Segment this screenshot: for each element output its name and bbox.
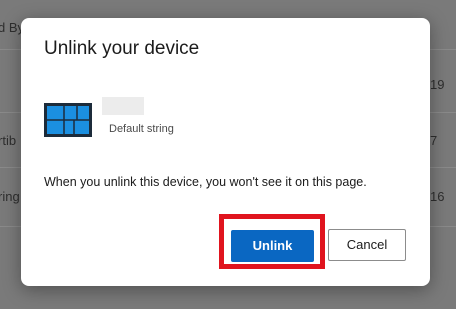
background-list-count: 19: [430, 77, 445, 92]
app-screen: d By rtib ring 19 7 16 Unlink your devic…: [0, 0, 456, 309]
unlink-device-dialog: Unlink your device Default string When y…: [21, 18, 430, 286]
device-tile-icon: [44, 103, 92, 137]
device-subtitle: Default string: [109, 123, 174, 135]
dialog-title: Unlink your device: [44, 38, 200, 59]
cancel-button[interactable]: Cancel: [328, 229, 406, 261]
background-list-item: rtib: [0, 133, 17, 148]
device-name-redacted: [102, 97, 144, 115]
background-list-count: 7: [430, 133, 438, 148]
background-list-count: 16: [430, 189, 445, 204]
background-list-item: ring: [0, 189, 20, 204]
unlink-button[interactable]: Unlink: [231, 230, 314, 262]
dialog-message: When you unlink this device, you won't s…: [44, 175, 367, 189]
